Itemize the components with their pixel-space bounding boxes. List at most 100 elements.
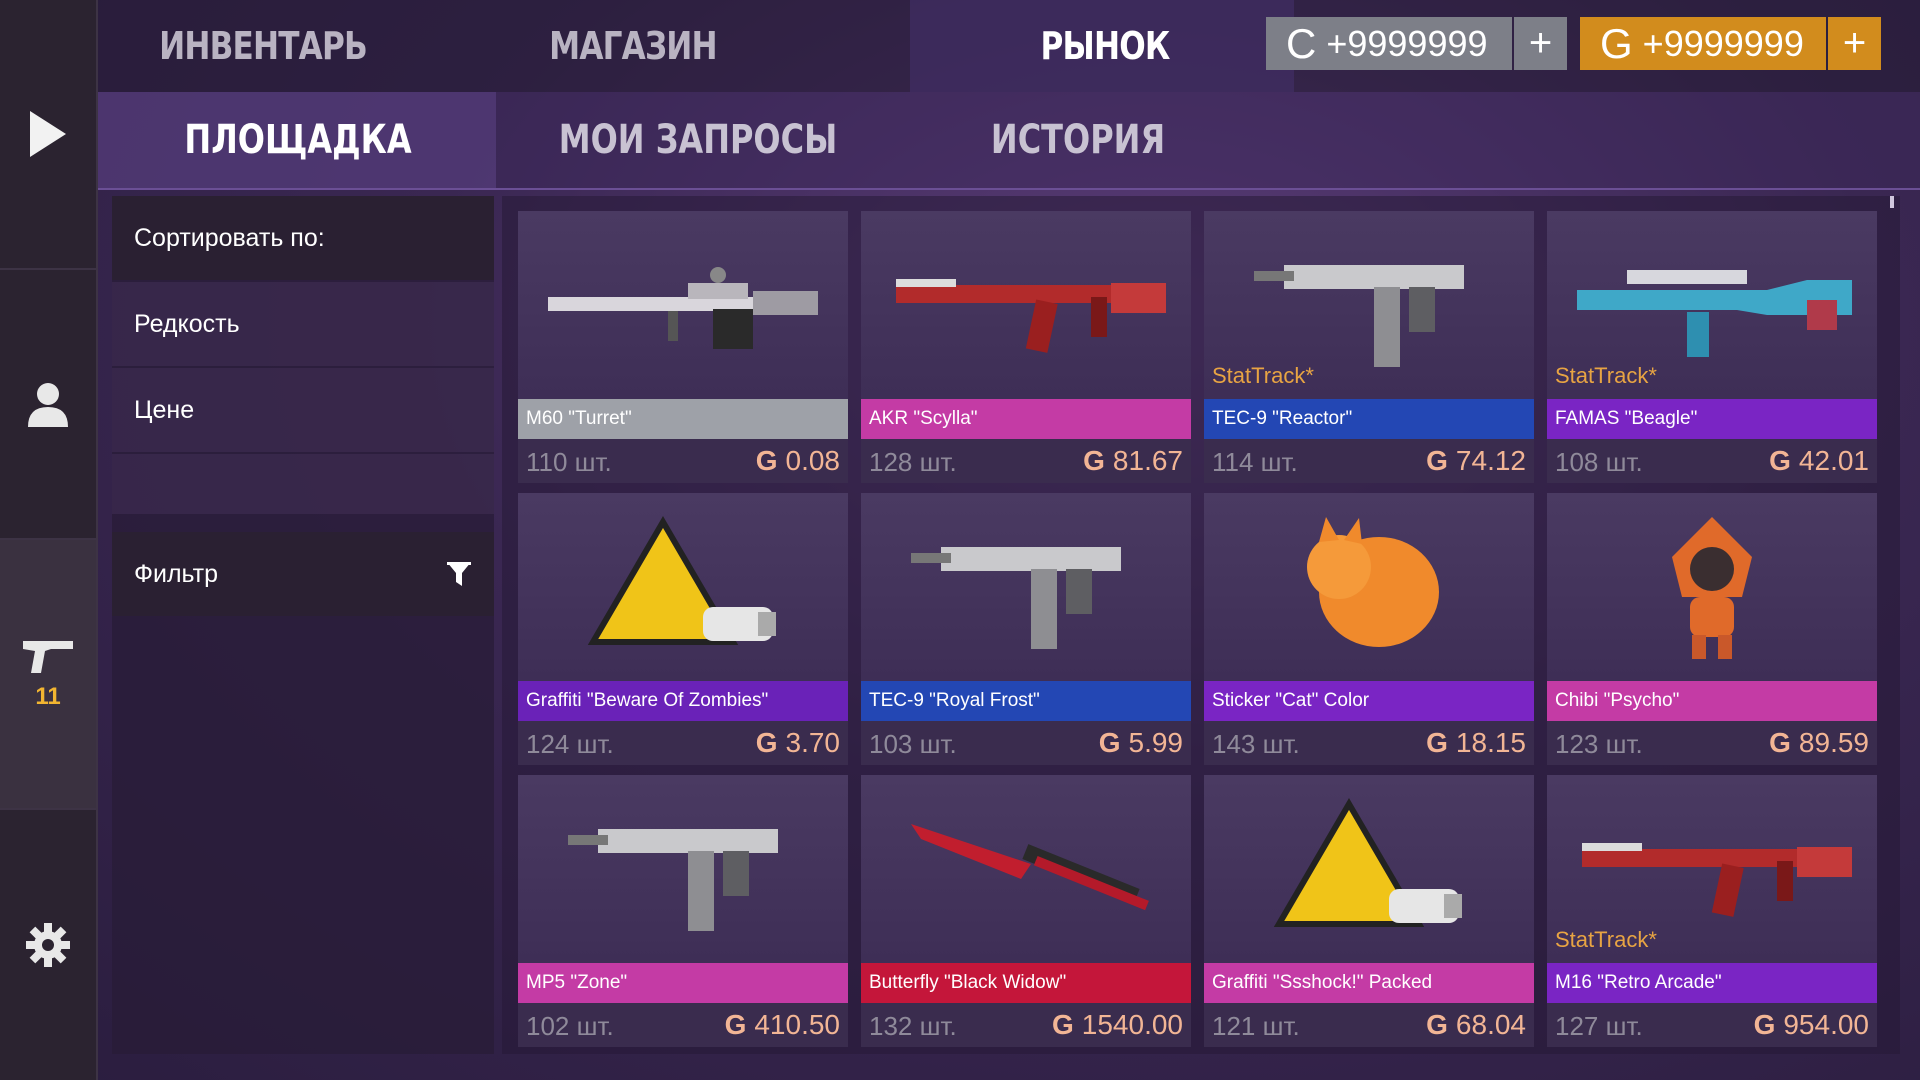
item-price: G 3.70: [756, 727, 840, 759]
item-footer: 127 шт. G 954.00: [1547, 1003, 1877, 1047]
item-price-value: 18.15: [1455, 727, 1526, 758]
item-footer: 108 шт. G 42.01: [1547, 439, 1877, 483]
item-footer: 132 шт. G 1540.00: [861, 1003, 1191, 1047]
stattrak-label: StatTrack*: [1555, 363, 1657, 388]
item-footer: 123 шт. G 89.59: [1547, 721, 1877, 765]
sort-header: Сортировать по:: [112, 196, 494, 280]
item-price: G 410.50: [725, 1009, 840, 1041]
play-button[interactable]: [0, 0, 96, 268]
profile-icon: [28, 383, 68, 427]
item-footer: 103 шт. G 5.99: [861, 721, 1191, 765]
item-price-value: 0.08: [785, 445, 841, 476]
item-card[interactable]: TEC-9 "Royal Frost" 103 шт. G 5.99: [861, 493, 1191, 765]
item-price: G 0.08: [756, 445, 840, 477]
item-name: Butterfly "Black Widow": [861, 963, 1191, 1003]
knife-icon: [861, 775, 1191, 963]
settings-button[interactable]: [0, 810, 96, 1080]
sort-by-rarity[interactable]: Редкость: [112, 282, 494, 366]
item-name: TEC-9 "Reactor": [1204, 399, 1534, 439]
gold-currency-symbol: G: [1098, 727, 1121, 758]
item-quantity: 124 шт.: [526, 729, 614, 759]
tab-history[interactable]: ИСТОРИЯ: [958, 92, 1198, 188]
item-name: MP5 "Zone": [518, 963, 848, 1003]
item-quantity: 108 шт.: [1555, 447, 1643, 477]
item-price-value: 1540.00: [1081, 1009, 1183, 1040]
item-card[interactable]: MP5 "Zone" 102 шт. G 410.50: [518, 775, 848, 1047]
gold-currency-symbol: G: [1426, 445, 1448, 476]
gold-currency-symbol: G: [755, 445, 778, 476]
item-price-value: 3.70: [785, 727, 841, 758]
item-card[interactable]: Graffiti "Beware Of Zombies" 124 шт. G 3.70: [518, 493, 848, 765]
sub-navigation: ПЛОЩАДКА МОИ ЗАПРОСЫ ИСТОРИЯ: [98, 92, 1920, 190]
credits-symbol: C: [1286, 19, 1317, 67]
item-card[interactable]: M60 "Turret" 110 шт. G 0.08: [518, 211, 848, 483]
item-name: M60 "Turret": [518, 399, 848, 439]
left-rail: 11: [0, 0, 98, 1080]
item-name: M16 "Retro Arcade": [1547, 963, 1877, 1003]
rifle-icon: [861, 211, 1191, 399]
item-name: Sticker "Cat" Color: [1204, 681, 1534, 721]
item-price: G 89.59: [1769, 727, 1869, 759]
gold-balance: G +9999999 +: [1580, 17, 1881, 70]
weapon-count: 11: [35, 683, 61, 710]
gold-currency-symbol: G: [1426, 1009, 1448, 1040]
item-quantity: 128 шт.: [869, 447, 957, 477]
tab-inventory[interactable]: ИНВЕНТАРЬ: [144, 0, 382, 92]
item-card[interactable]: Sticker "Cat" Color 143 шт. G 18.15: [1204, 493, 1534, 765]
item-footer: 143 шт. G 18.15: [1204, 721, 1534, 765]
gold-currency-symbol: G: [1052, 1009, 1074, 1040]
gold-currency-symbol: G: [724, 1009, 747, 1040]
item-price-value: 81.67: [1112, 445, 1183, 476]
tab-marketplace[interactable]: ПЛОЩАДКА: [170, 92, 426, 188]
tab-shop[interactable]: МАГАЗИН: [514, 0, 752, 92]
item-footer: 128 шт. G 81.67: [861, 439, 1191, 483]
item-footer: 124 шт. G 3.70: [518, 721, 848, 765]
stattrak-label: StatTrack*: [1555, 927, 1657, 952]
sort-empty-row: [112, 454, 494, 514]
item-name: TEC-9 "Royal Frost": [861, 681, 1191, 721]
item-name: Graffiti "Beware Of Zombies": [518, 681, 848, 721]
chibi-figure-icon: [1547, 493, 1877, 681]
pistol-icon: [23, 641, 73, 673]
grid-scrollbar[interactable]: [1890, 196, 1894, 208]
item-price-value: 410.50: [754, 1009, 840, 1040]
item-card[interactable]: StatTrack* TEC-9 "Reactor" 114 шт. G 74.12: [1204, 211, 1534, 483]
smg-icon: [518, 775, 848, 963]
tab-my-requests[interactable]: МОИ ЗАПРОСЫ: [554, 92, 842, 188]
top-navigation: ИНВЕНТАРЬ МАГАЗИН РЫНОК C +9999999 + G +…: [98, 0, 1920, 92]
item-footer: 114 шт. G 74.12: [1204, 439, 1534, 483]
item-quantity: 123 шт.: [1555, 729, 1643, 759]
item-quantity: 114 шт.: [1212, 447, 1298, 477]
item-price-value: 68.04: [1455, 1009, 1526, 1040]
item-card[interactable]: StatTrack* M16 "Retro Arcade" 127 шт. G 954.…: [1547, 775, 1877, 1047]
gold-currency-symbol: G: [1426, 727, 1448, 758]
filter-label: Фильтр: [134, 559, 218, 588]
add-credits-button[interactable]: +: [1514, 17, 1567, 70]
graffiti-icon: [518, 493, 848, 681]
item-quantity: 110 шт.: [526, 447, 612, 477]
item-card[interactable]: Butterfly "Black Widow" 132 шт. G 1540.00: [861, 775, 1191, 1047]
item-footer: 121 шт. G 68.04: [1204, 1003, 1534, 1047]
item-price: G 1540.00: [1052, 1009, 1183, 1041]
tab-market[interactable]: РЫНОК: [986, 0, 1224, 92]
item-price-value: 5.99: [1128, 727, 1184, 758]
item-quantity: 127 шт.: [1555, 1011, 1643, 1041]
item-quantity: 132 шт.: [869, 1011, 957, 1041]
item-quantity: 143 шт.: [1212, 729, 1300, 759]
weapons-button[interactable]: 11: [0, 540, 96, 808]
gold-symbol: G: [1600, 19, 1633, 67]
sort-by-price[interactable]: Цене: [112, 368, 494, 452]
smg-icon: [861, 493, 1191, 681]
filter-button[interactable]: Фильтр: [112, 532, 494, 616]
credits-amount: +9999999: [1326, 22, 1488, 64]
item-card[interactable]: Chibi "Psycho" 123 шт. G 89.59: [1547, 493, 1877, 765]
add-gold-button[interactable]: +: [1828, 17, 1881, 70]
item-card[interactable]: AKR "Scylla" 128 шт. G 81.67: [861, 211, 1191, 483]
play-icon: [30, 111, 66, 157]
item-name: Chibi "Psycho": [1547, 681, 1877, 721]
item-card[interactable]: StatTrack* FAMAS "Beagle" 108 шт. G 42.01: [1547, 211, 1877, 483]
item-price-value: 954.00: [1783, 1009, 1869, 1040]
profile-button[interactable]: [0, 270, 96, 538]
item-price: G 954.00: [1754, 1009, 1869, 1041]
item-card[interactable]: Graffiti "Ssshock!" Packed 121 шт. G 68.04: [1204, 775, 1534, 1047]
